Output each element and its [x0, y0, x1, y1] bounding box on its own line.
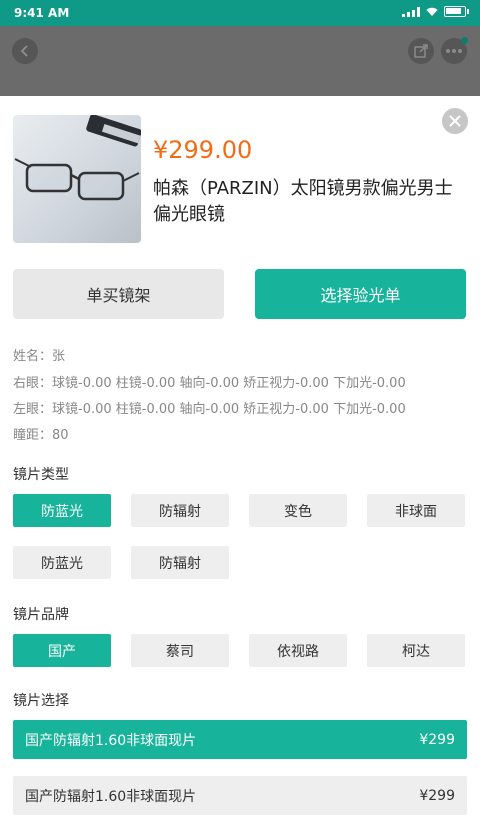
prescription-right-eye: 右眼：球镜-0.00 柱镜-0.00 轴向-0.00 矫正视力-0.00 下加光…: [13, 376, 406, 391]
buy-frame-only-button[interactable]: 单买镜架: [13, 269, 224, 319]
product-options-sheet: ¥299.00 帕森（PARZIN）太阳镜男款偏光男士偏光眼镜 单买镜架 选择验…: [0, 96, 480, 815]
lens-type-chip[interactable]: 防蓝光: [13, 494, 111, 527]
status-icons: [402, 6, 469, 17]
chevron-left-icon: [20, 45, 28, 57]
status-time: 9:41 AM: [14, 6, 70, 20]
lens-type-chip[interactable]: 非球面: [367, 494, 465, 527]
lens-type-chip[interactable]: 防辐射: [131, 546, 229, 579]
product-image: [13, 115, 141, 243]
signal-icon: [402, 6, 420, 17]
close-button[interactable]: [442, 108, 468, 134]
lens-option-price: ¥299: [419, 731, 455, 748]
lens-brand-chip[interactable]: 依视路: [249, 634, 347, 667]
lens-type-chip[interactable]: 防蓝光: [13, 546, 111, 579]
lens-brand-title: 镜片品牌: [13, 607, 69, 623]
share-button[interactable]: [408, 38, 434, 64]
notification-dot: [461, 37, 468, 44]
product-title: 帕森（PARZIN）太阳镜男款偏光男士偏光眼镜: [153, 178, 453, 225]
lens-type-title: 镜片类型: [13, 467, 69, 483]
lens-option-price: ¥299: [419, 787, 455, 804]
back-button[interactable]: [12, 38, 38, 64]
battery-icon: [444, 6, 469, 17]
lens-option-name: 国产防辐射1.60非球面现片: [25, 788, 197, 805]
dimmed-header: [0, 26, 480, 96]
lens-brand-chip[interactable]: 国产: [13, 634, 111, 667]
close-icon: [449, 115, 461, 127]
prescription-pd: 瞳距：80: [13, 428, 69, 443]
glasses-image: [14, 115, 141, 201]
lens-brand-chip[interactable]: 柯达: [367, 634, 465, 667]
wifi-icon: [426, 7, 438, 16]
lens-option-name: 国产防辐射1.60非球面现片: [25, 732, 197, 749]
lens-selection-title: 镜片选择: [13, 693, 69, 709]
share-icon: [414, 44, 428, 58]
lens-option-row[interactable]: 国产防辐射1.60非球面现片 ¥299: [13, 776, 467, 815]
prescription-name: 姓名：张: [13, 349, 66, 364]
product-price: ¥299.00: [153, 136, 253, 164]
lens-brand-chip[interactable]: 蔡司: [131, 634, 229, 667]
lens-type-chip[interactable]: 变色: [249, 494, 347, 527]
status-bar: 9:41 AM: [0, 0, 480, 26]
more-icon: [446, 49, 462, 53]
choose-prescription-button[interactable]: 选择验光单: [255, 269, 466, 319]
lens-type-chip[interactable]: 防辐射: [131, 494, 229, 527]
lens-option-row[interactable]: 国产防辐射1.60非球面现片 ¥299: [13, 720, 467, 759]
prescription-left-eye: 左眼：球镜-0.00 柱镜-0.00 轴向-0.00 矫正视力-0.00 下加光…: [13, 402, 406, 417]
more-button[interactable]: [441, 37, 468, 64]
